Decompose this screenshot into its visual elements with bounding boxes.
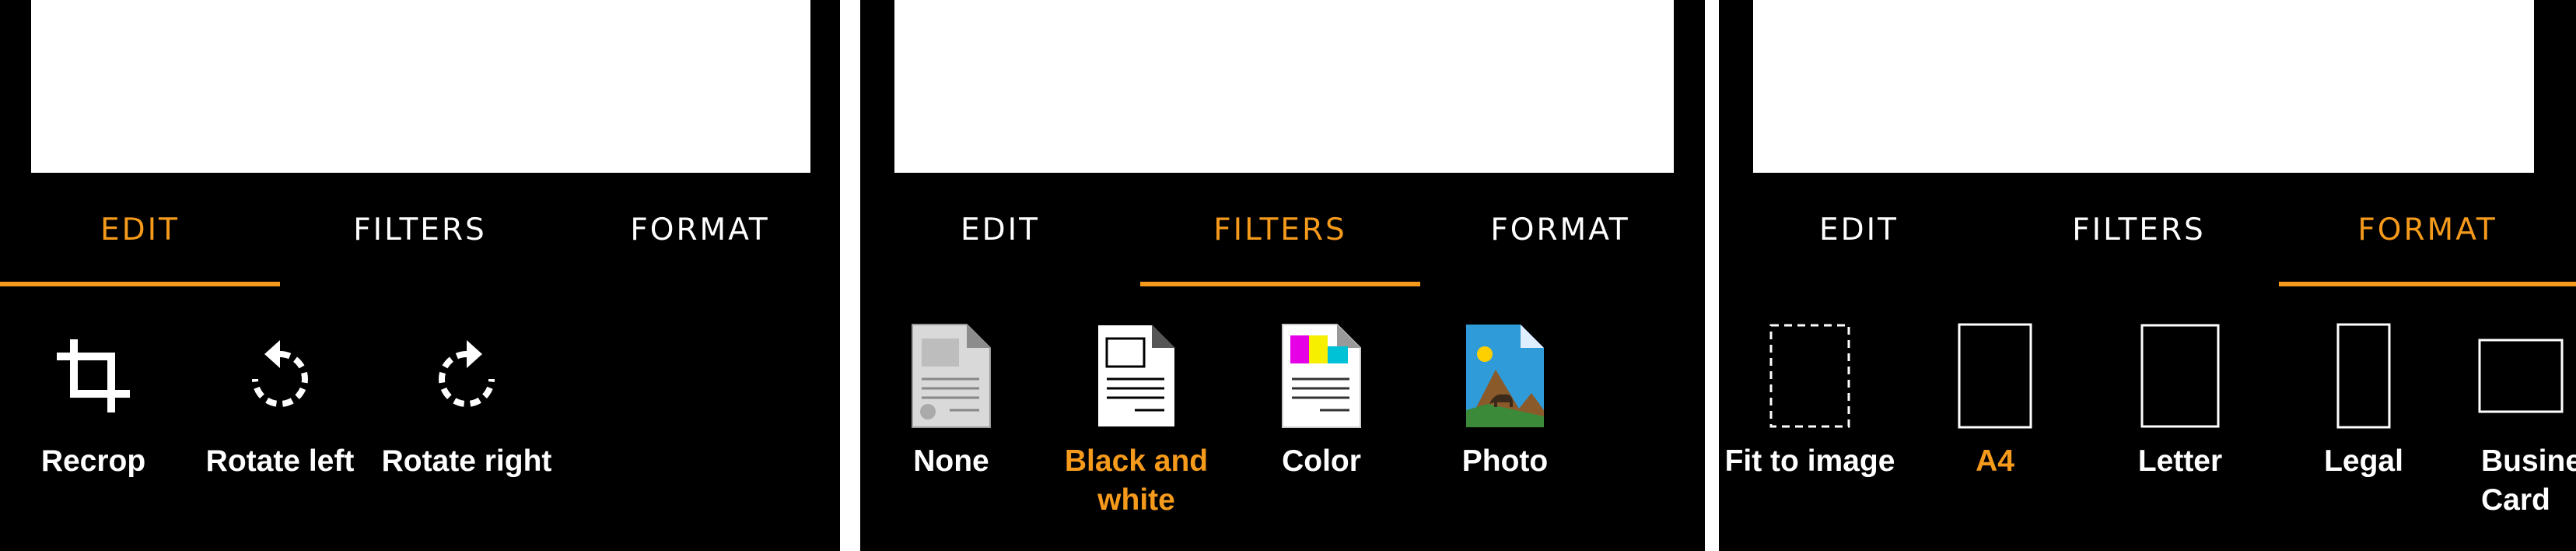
rotate-left-label: Rotate left <box>205 444 355 478</box>
tab-bar: EDIT FILTERS FORMAT <box>0 173 840 286</box>
tab-filters[interactable]: FILTERS <box>280 173 560 286</box>
format-a4-label: A4 <box>1976 444 2014 478</box>
no-filter-document-icon <box>912 324 991 428</box>
document-preview[interactable] <box>1753 0 2534 173</box>
format-fit-to-image-label: Fit to image <box>1724 444 1895 478</box>
a4-page-icon <box>1958 323 2032 429</box>
filter-none-option[interactable]: None <box>862 324 1041 528</box>
rotate-right-icon <box>439 340 495 407</box>
format-legal-option[interactable]: Legal <box>2274 323 2453 528</box>
format-fit-to-image-option[interactable]: Fit to image <box>1720 324 1899 528</box>
tab-edit[interactable]: EDIT <box>1719 173 1999 286</box>
format-business-card-label: Business Card <box>2481 444 2576 517</box>
fit-to-image-icon <box>1769 324 1850 428</box>
filter-none-label: None <box>913 444 989 478</box>
recrop-label: Recrop <box>40 444 146 478</box>
tab-format[interactable]: FORMAT <box>2279 173 2576 286</box>
rotate-left-button[interactable]: Rotate left <box>191 325 369 528</box>
crop-icon <box>57 339 130 412</box>
tab-edit[interactable]: EDIT <box>0 173 280 286</box>
filter-photo-label: Photo <box>1461 444 1549 478</box>
tab-format[interactable]: FORMAT <box>560 173 840 286</box>
tab-edit[interactable]: EDIT <box>860 173 1140 286</box>
tab-filters[interactable]: FILTERS <box>1140 173 1420 286</box>
tab-format[interactable]: FORMAT <box>1420 173 1700 286</box>
edit-screen: EDIT FILTERS FORMAT Recrop Rotate left R… <box>0 0 840 551</box>
filters-screen: EDIT FILTERS FORMAT None Black and white… <box>860 0 1705 551</box>
document-preview[interactable] <box>31 0 810 173</box>
photo-document-icon <box>1466 325 1544 427</box>
legal-page-icon <box>2336 323 2391 429</box>
filter-black-white-option[interactable]: Black and white <box>1047 324 1226 528</box>
format-letter-label: Letter <box>2137 444 2223 478</box>
format-business-card-option[interactable]: Business Card <box>2473 325 2576 528</box>
black-white-document-icon <box>1097 324 1176 428</box>
color-document-icon <box>1282 324 1361 428</box>
rotate-left-icon <box>252 340 308 407</box>
format-a4-option[interactable]: A4 <box>1906 323 2084 528</box>
format-letter-option[interactable]: Letter <box>2091 324 2270 528</box>
format-screen: EDIT FILTERS FORMAT Fit to image A4 Lett… <box>1719 0 2576 551</box>
format-legal-label: Legal <box>2324 444 2403 478</box>
tab-bar: EDIT FILTERS FORMAT <box>1719 173 2576 286</box>
document-preview[interactable] <box>894 0 1674 173</box>
filter-photo-option[interactable]: Photo <box>1416 325 1594 528</box>
tab-bar: EDIT FILTERS FORMAT <box>860 173 1700 286</box>
letter-page-icon <box>2140 324 2220 428</box>
tab-filters[interactable]: FILTERS <box>1999 173 2279 286</box>
recrop-button[interactable]: Recrop <box>4 325 183 528</box>
filter-color-label: Color <box>1282 444 1361 478</box>
business-card-icon <box>2478 339 2564 413</box>
rotate-right-label: Rotate right <box>381 444 552 478</box>
filter-black-white-label: Black and white <box>1064 444 1209 517</box>
rotate-right-button[interactable]: Rotate right <box>377 325 556 528</box>
filter-color-option[interactable]: Color <box>1232 324 1411 528</box>
